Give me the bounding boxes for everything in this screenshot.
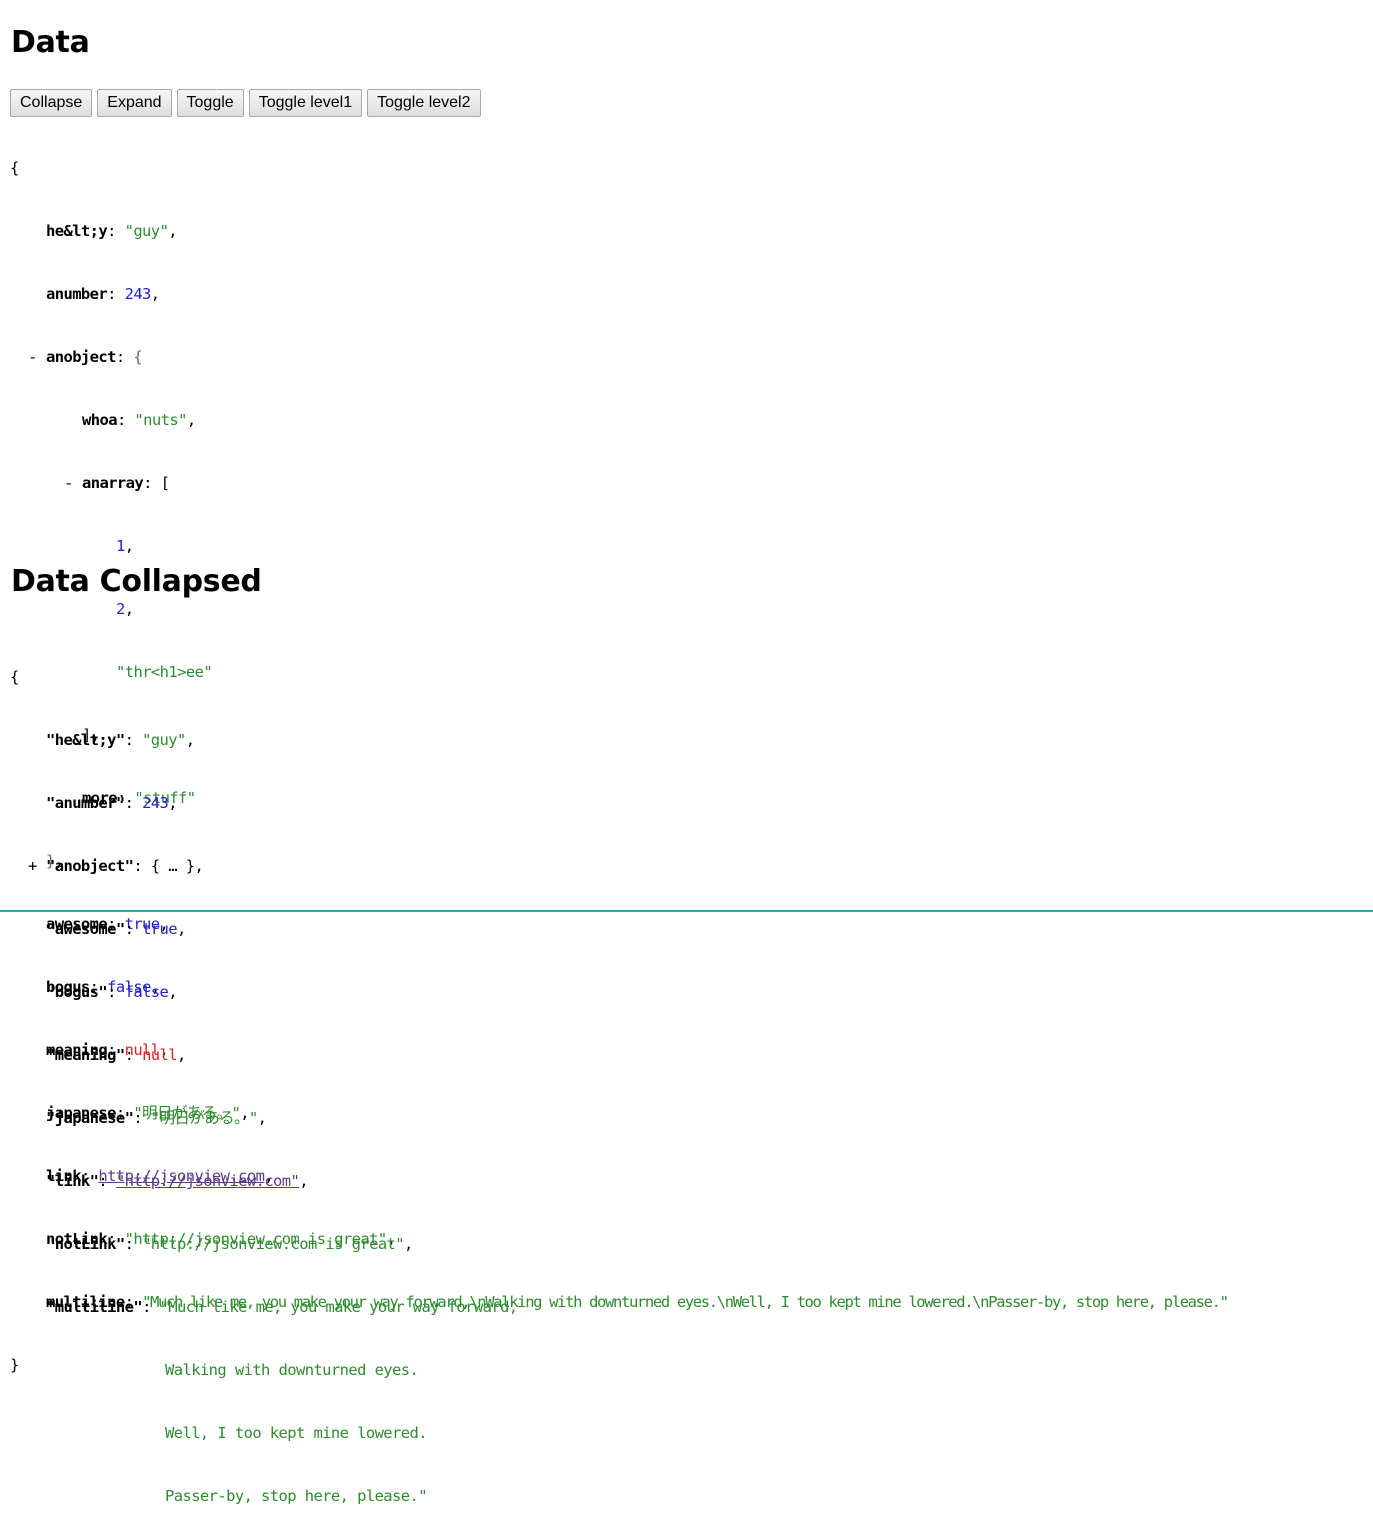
json-string: "guy" (142, 731, 186, 749)
json-line: + "anobject": { … }, (28, 856, 204, 877)
json-string: "明日がある。" (150, 1109, 258, 1127)
json-key: "bogus" (46, 983, 108, 1001)
json-line: he&lt;y: "guy", (46, 222, 178, 240)
json-key: "awesome" (46, 920, 125, 938)
json-number: 243 (142, 794, 169, 812)
json-key: "link" (46, 1172, 99, 1190)
json-boolean: true (142, 920, 178, 938)
json-key: "meaning" (46, 1046, 125, 1064)
json-key: anarray (82, 474, 144, 492)
json-line: "notLink": "http://jsonview.com is great… (46, 1235, 413, 1253)
json-string: Passer-by, stop here, please." (165, 1487, 428, 1505)
json-line: { (10, 668, 19, 686)
json-string: "nuts" (134, 411, 187, 429)
json-null: null (142, 1046, 178, 1064)
page-title-data: Data (11, 25, 90, 60)
page-title-collapsed: Data Collapsed (11, 564, 262, 599)
json-key: "anobject" (46, 857, 134, 875)
json-line: anumber: 243, (46, 285, 160, 303)
expand-toggle-anobject[interactable]: + (28, 856, 37, 877)
json-line: Well, I too kept mine lowered. (10, 1423, 518, 1444)
json-string: Well, I too kept mine lowered. (165, 1424, 428, 1442)
json-string: "Much like me, you make your way forward… (159, 1298, 519, 1316)
toggle-level2-button[interactable]: Toggle level2 (367, 89, 481, 117)
json-line: "anumber": 243, (46, 794, 178, 812)
json-line: - anarray: [ (64, 473, 170, 494)
json-key: anumber (46, 285, 108, 303)
json-number: 1 (116, 537, 125, 555)
json-line: "japanese": "明日がある。", (46, 1109, 267, 1127)
json-boolean: false (124, 983, 169, 1001)
json-line: "multiline": "Much like me, you make you… (46, 1298, 519, 1316)
json-view-collapsed: { "he&lt;y": "guy", "anumber": 243, + "an… (10, 625, 518, 1528)
json-string: "guy" (124, 222, 169, 240)
json-line: Passer-by, stop here, please." (10, 1486, 518, 1507)
json-line: - anobject: { (28, 347, 143, 368)
json-key: "anumber" (46, 794, 125, 812)
json-line: "link": "http://jsonview.com", (46, 1172, 309, 1190)
collapse-toggle-anobject[interactable]: - (28, 347, 37, 368)
json-line: 1, (116, 537, 134, 555)
json-string: Walking with downturned eyes. (165, 1361, 419, 1379)
toggle-button[interactable]: Toggle (176, 89, 244, 117)
json-key: anobject (46, 348, 116, 366)
json-key: "notLink" (46, 1235, 125, 1253)
json-line: "he&lt;y": "guy", (46, 731, 195, 749)
json-line: "bogus": false, (46, 983, 178, 1001)
json-key: he&lt;y (46, 222, 108, 240)
json-line: { (10, 159, 19, 177)
json-line: "awesome": true, (46, 920, 186, 938)
json-line: whoa: "nuts", (82, 411, 196, 429)
json-key: "japanese" (46, 1109, 134, 1127)
json-string: "http://jsonview.com is great" (142, 1235, 405, 1253)
json-key: "he&lt;y" (46, 731, 125, 749)
json-number: 2 (116, 600, 125, 618)
toolbar: Collapse Expand Toggle Toggle level1 Tog… (10, 89, 481, 117)
collapse-button[interactable]: Collapse (10, 89, 93, 117)
json-link[interactable]: "http://jsonview.com" (116, 1172, 300, 1190)
json-line: Walking with downturned eyes. (10, 1360, 518, 1381)
json-key: whoa (82, 411, 118, 429)
json-line: "meaning": null, (46, 1046, 186, 1064)
json-key: "multiline" (46, 1298, 143, 1316)
collapse-toggle-anarray[interactable]: - (64, 473, 73, 494)
toggle-level1-button[interactable]: Toggle level1 (248, 89, 363, 117)
json-number: 243 (124, 285, 152, 303)
collapsed-object-summary[interactable]: { … }, (151, 857, 204, 875)
json-line: 2, (116, 600, 134, 618)
expand-button[interactable]: Expand (97, 89, 172, 117)
